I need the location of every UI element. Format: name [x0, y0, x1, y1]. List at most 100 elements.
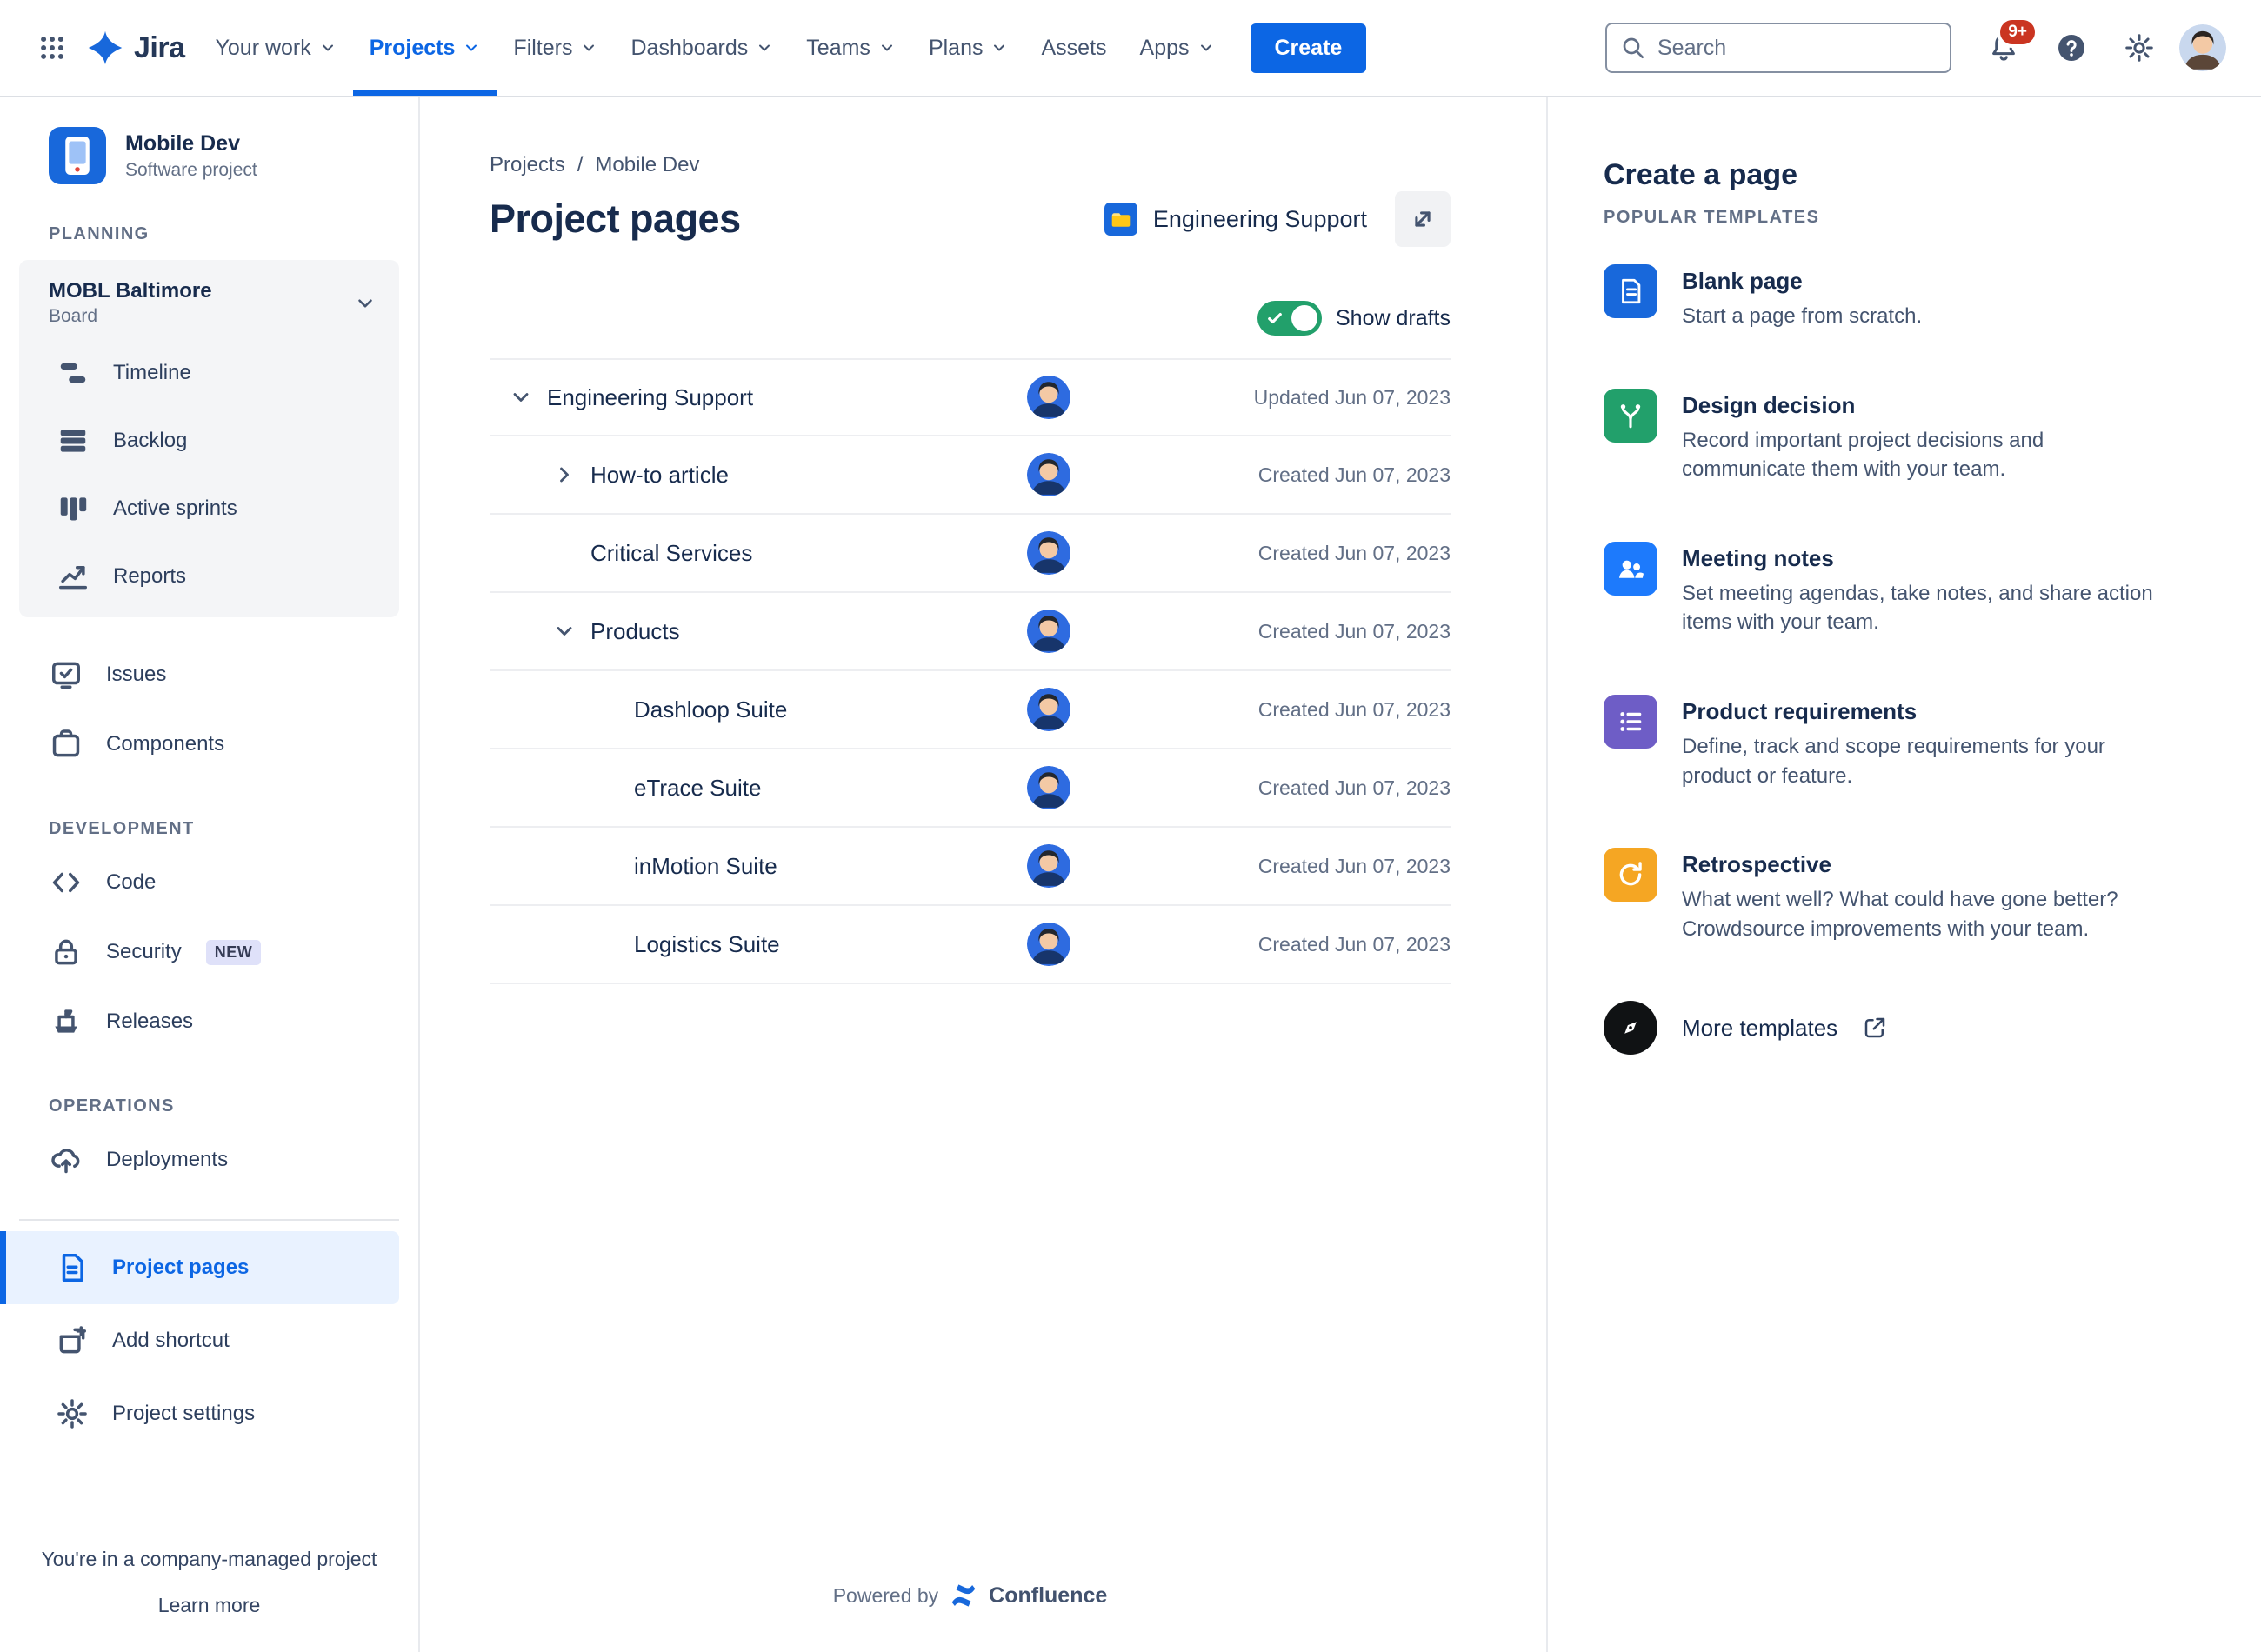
sidebar-item-active-sprints[interactable]: Active sprints	[26, 475, 392, 543]
sidebar-item-label: Reports	[113, 564, 187, 588]
sidebar-item-project-settings[interactable]: Project settings	[0, 1377, 399, 1450]
space-selector: Engineering Support	[1104, 191, 1451, 247]
chevron-right-icon[interactable]	[545, 456, 584, 494]
chevron-down-icon	[1200, 44, 1211, 51]
project-header[interactable]: Mobile Dev Software project	[0, 127, 418, 184]
avatar	[1026, 766, 1070, 809]
nav-assets[interactable]: Assets	[1024, 0, 1123, 96]
page-link[interactable]: eTrace Suite	[634, 775, 1016, 802]
nav-projects[interactable]: Projects	[352, 0, 497, 96]
breadcrumb-projects[interactable]: Projects	[490, 153, 565, 177]
avatar	[1026, 376, 1070, 419]
nav-teams[interactable]: Teams	[790, 0, 912, 96]
page-row-critical-services[interactable]: Critical Services Created Jun 07, 2023	[490, 515, 1451, 593]
issues-icon	[49, 657, 83, 692]
chevron-slot-empty	[589, 690, 627, 729]
nav-label: Your work	[215, 35, 311, 60]
timeline-icon	[56, 356, 90, 390]
page-row-dashloop-suite[interactable]: Dashloop Suite Created Jun 07, 2023	[490, 671, 1451, 749]
jira-app: Jira Your work Projects Filters Dashboar…	[0, 0, 2261, 1652]
page-row-inmotion-suite[interactable]: inMotion Suite Created Jun 07, 2023	[490, 828, 1451, 906]
page-title: Project pages	[490, 197, 741, 241]
template-blank-page[interactable]: Blank page Start a page from scratch.	[1604, 264, 2191, 331]
sidebar-item-components[interactable]: Components	[19, 709, 399, 779]
template-desc: Record important project decisions and c…	[1682, 428, 2044, 482]
page-link[interactable]: Logistics Suite	[634, 931, 1016, 958]
page-link[interactable]: Products	[590, 618, 1016, 645]
main-content: Projects / Mobile Dev Project pages Engi…	[420, 97, 1546, 1652]
sidebar-item-deployments[interactable]: Deployments	[19, 1125, 399, 1195]
show-drafts-toggle[interactable]	[1257, 301, 1322, 336]
chevron-down-icon[interactable]	[545, 612, 584, 650]
nav-apps[interactable]: Apps	[1124, 0, 1231, 96]
board-selector[interactable]: MOBL Baltimore Board	[26, 267, 392, 339]
breadcrumb-separator: /	[577, 153, 584, 177]
page-row-products[interactable]: Products Created Jun 07, 2023	[490, 593, 1451, 671]
nav-your-work[interactable]: Your work	[199, 0, 353, 96]
toggle-knob	[1291, 305, 1317, 331]
notifications-button[interactable]: 9+	[1976, 17, 2038, 76]
sidebar-item-issues[interactable]: Issues	[19, 640, 399, 709]
top-navigation: Jira Your work Projects Filters Dashboar…	[0, 0, 2261, 97]
sidebar-item-label: Active sprints	[113, 496, 237, 520]
page-link[interactable]: inMotion Suite	[634, 853, 1016, 880]
powered-by-label: Powered by	[832, 1583, 939, 1607]
sidebar-item-timeline[interactable]: Timeline	[26, 339, 392, 407]
sidebar-item-label: Releases	[106, 1009, 194, 1033]
chevron-slot-empty	[545, 534, 584, 572]
app-switcher-button[interactable]	[24, 20, 80, 76]
nav-label: Projects	[369, 35, 456, 60]
help-button[interactable]	[2044, 20, 2099, 76]
sidebar-item-backlog[interactable]: Backlog	[26, 407, 392, 475]
template-meeting-notes[interactable]: Meeting notes Set meeting agendas, take …	[1604, 541, 2191, 637]
template-product-requirements[interactable]: Product requirements Define, track and s…	[1604, 694, 2191, 790]
template-design-decision[interactable]: Design decision Record important project…	[1604, 388, 2191, 484]
page-row-logistics-suite[interactable]: Logistics Suite Created Jun 07, 2023	[490, 906, 1451, 984]
ship-icon	[49, 1004, 83, 1039]
nav-label: Dashboards	[630, 35, 749, 60]
nav-right: 9+	[1605, 0, 2226, 96]
nav-dashboards[interactable]: Dashboards	[614, 0, 790, 96]
page-link[interactable]: How-to article	[590, 462, 1016, 489]
avatar	[1026, 844, 1070, 888]
page-row-engineering-support[interactable]: Engineering Support Updated Jun 07, 2023	[490, 358, 1451, 436]
sidebar-item-project-pages[interactable]: Project pages	[0, 1231, 399, 1304]
external-link-icon	[1864, 1018, 1885, 1038]
page-row-etrace-suite[interactable]: eTrace Suite Created Jun 07, 2023	[490, 749, 1451, 828]
help-icon	[2058, 35, 2084, 61]
switch-space-button[interactable]	[1395, 191, 1451, 247]
product-requirements-icon	[1604, 694, 1657, 749]
backlog-icon	[56, 423, 90, 458]
sidebar-item-security[interactable]: Security NEW	[19, 917, 399, 987]
grid-icon	[41, 37, 63, 59]
jira-logo-icon	[88, 30, 123, 65]
sidebar-group-bottom: Project pages Add shortcut Project setti…	[0, 1231, 418, 1450]
search-input[interactable]	[1605, 23, 1951, 73]
page-link[interactable]: Critical Services	[590, 540, 1016, 567]
page-link[interactable]: Dashloop Suite	[634, 696, 1016, 723]
nav-plans[interactable]: Plans	[912, 0, 1025, 96]
page-row-how-to-article[interactable]: How-to article Created Jun 07, 2023	[490, 436, 1451, 515]
sidebar-item-reports[interactable]: Reports	[26, 543, 392, 610]
jira-logo[interactable]: Jira	[80, 30, 199, 66]
nav-label: Apps	[1139, 35, 1190, 60]
nav-filters[interactable]: Filters	[497, 0, 614, 96]
sidebar-item-label: Add shortcut	[112, 1329, 230, 1352]
sidebar-group-development: Code Security NEW Releases	[0, 848, 418, 1056]
chevron-down-icon[interactable]	[502, 378, 540, 416]
learn-more-link[interactable]: Learn more	[158, 1594, 261, 1617]
chevron-down-icon[interactable]	[354, 292, 377, 315]
sidebar-item-code[interactable]: Code	[19, 848, 399, 917]
board-panel: MOBL Baltimore Board Timeline Backlog Ac…	[19, 260, 399, 617]
breadcrumb-mobile-dev[interactable]: Mobile Dev	[595, 153, 699, 177]
chevron-down-icon	[994, 44, 1005, 51]
profile-avatar[interactable]	[2179, 24, 2226, 71]
compass-icon	[1604, 1001, 1657, 1056]
more-templates-link[interactable]: More templates	[1604, 1001, 2191, 1056]
sidebar-item-releases[interactable]: Releases	[19, 987, 399, 1056]
page-link[interactable]: Engineering Support	[547, 384, 1016, 411]
create-button[interactable]: Create	[1250, 23, 1367, 73]
template-retrospective[interactable]: Retrospective What went well? What could…	[1604, 848, 2191, 943]
sidebar-item-add-shortcut[interactable]: Add shortcut	[0, 1304, 399, 1377]
settings-button[interactable]	[2111, 20, 2167, 76]
